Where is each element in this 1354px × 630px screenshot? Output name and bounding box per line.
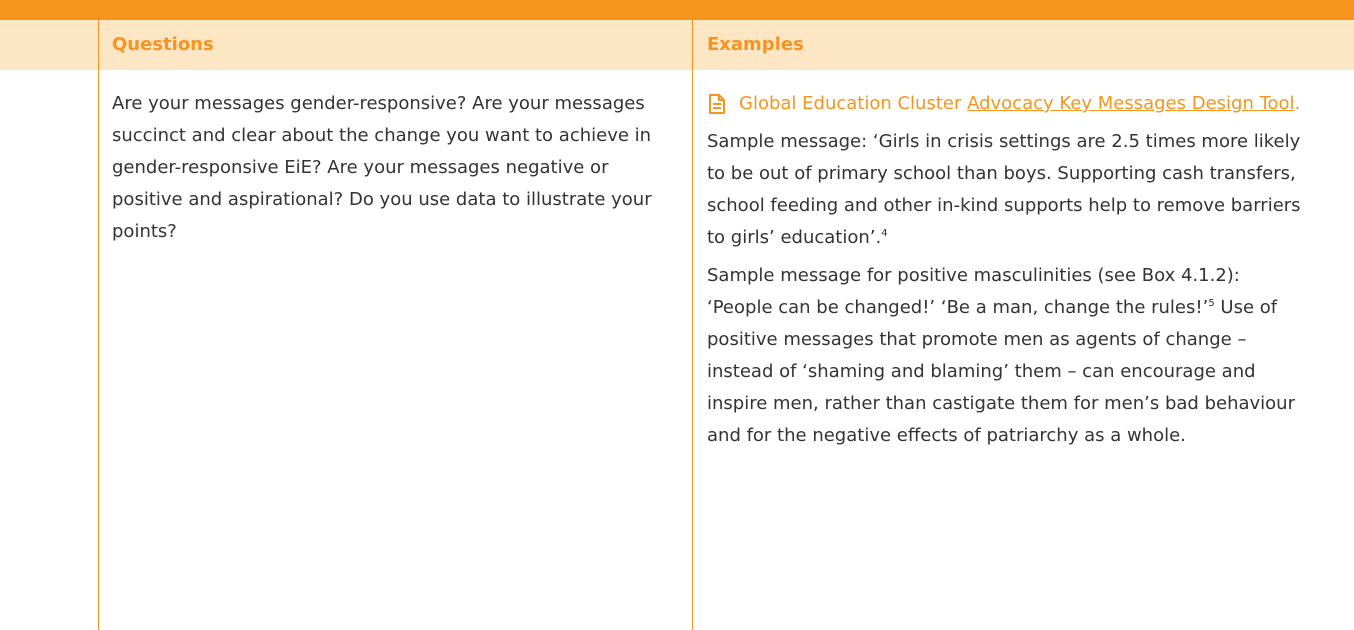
- tool-suffix: .: [1294, 93, 1301, 114]
- header-examples: Examples: [707, 34, 804, 55]
- tool-prefix: Global Education Cluster: [739, 93, 968, 114]
- table-row: Are your messages gender-responsive? Are…: [0, 70, 1354, 630]
- header-questions: Questions: [112, 34, 214, 55]
- sample-message-1: Sample message: ‘Girls in crisis setting…: [707, 126, 1307, 254]
- advocacy-tool-link[interactable]: Advocacy Key Messages Design Tool: [967, 93, 1294, 114]
- questions-cell: Are your messages gender-responsive? Are…: [112, 93, 652, 242]
- tool-reference: Global Education Cluster Advocacy Key Me…: [707, 88, 1307, 120]
- footnote-5[interactable]: 5: [1208, 298, 1214, 309]
- examples-cell: Global Education Cluster Advocacy Key Me…: [707, 88, 1307, 452]
- sample-message-1-text: Sample message: ‘Girls in crisis setting…: [707, 131, 1301, 248]
- footnote-4[interactable]: 4: [881, 228, 887, 239]
- sample-message-2: Sample message for positive masculinitie…: [707, 260, 1307, 452]
- table-top-border: [0, 0, 1354, 20]
- document-icon: [709, 94, 725, 114]
- table-header-row: Questions Examples: [0, 20, 1354, 70]
- sample-message-2-text: Sample message for positive masculinitie…: [707, 265, 1240, 318]
- sample-message-2-explanation: Use of positive messages that promote me…: [707, 297, 1295, 446]
